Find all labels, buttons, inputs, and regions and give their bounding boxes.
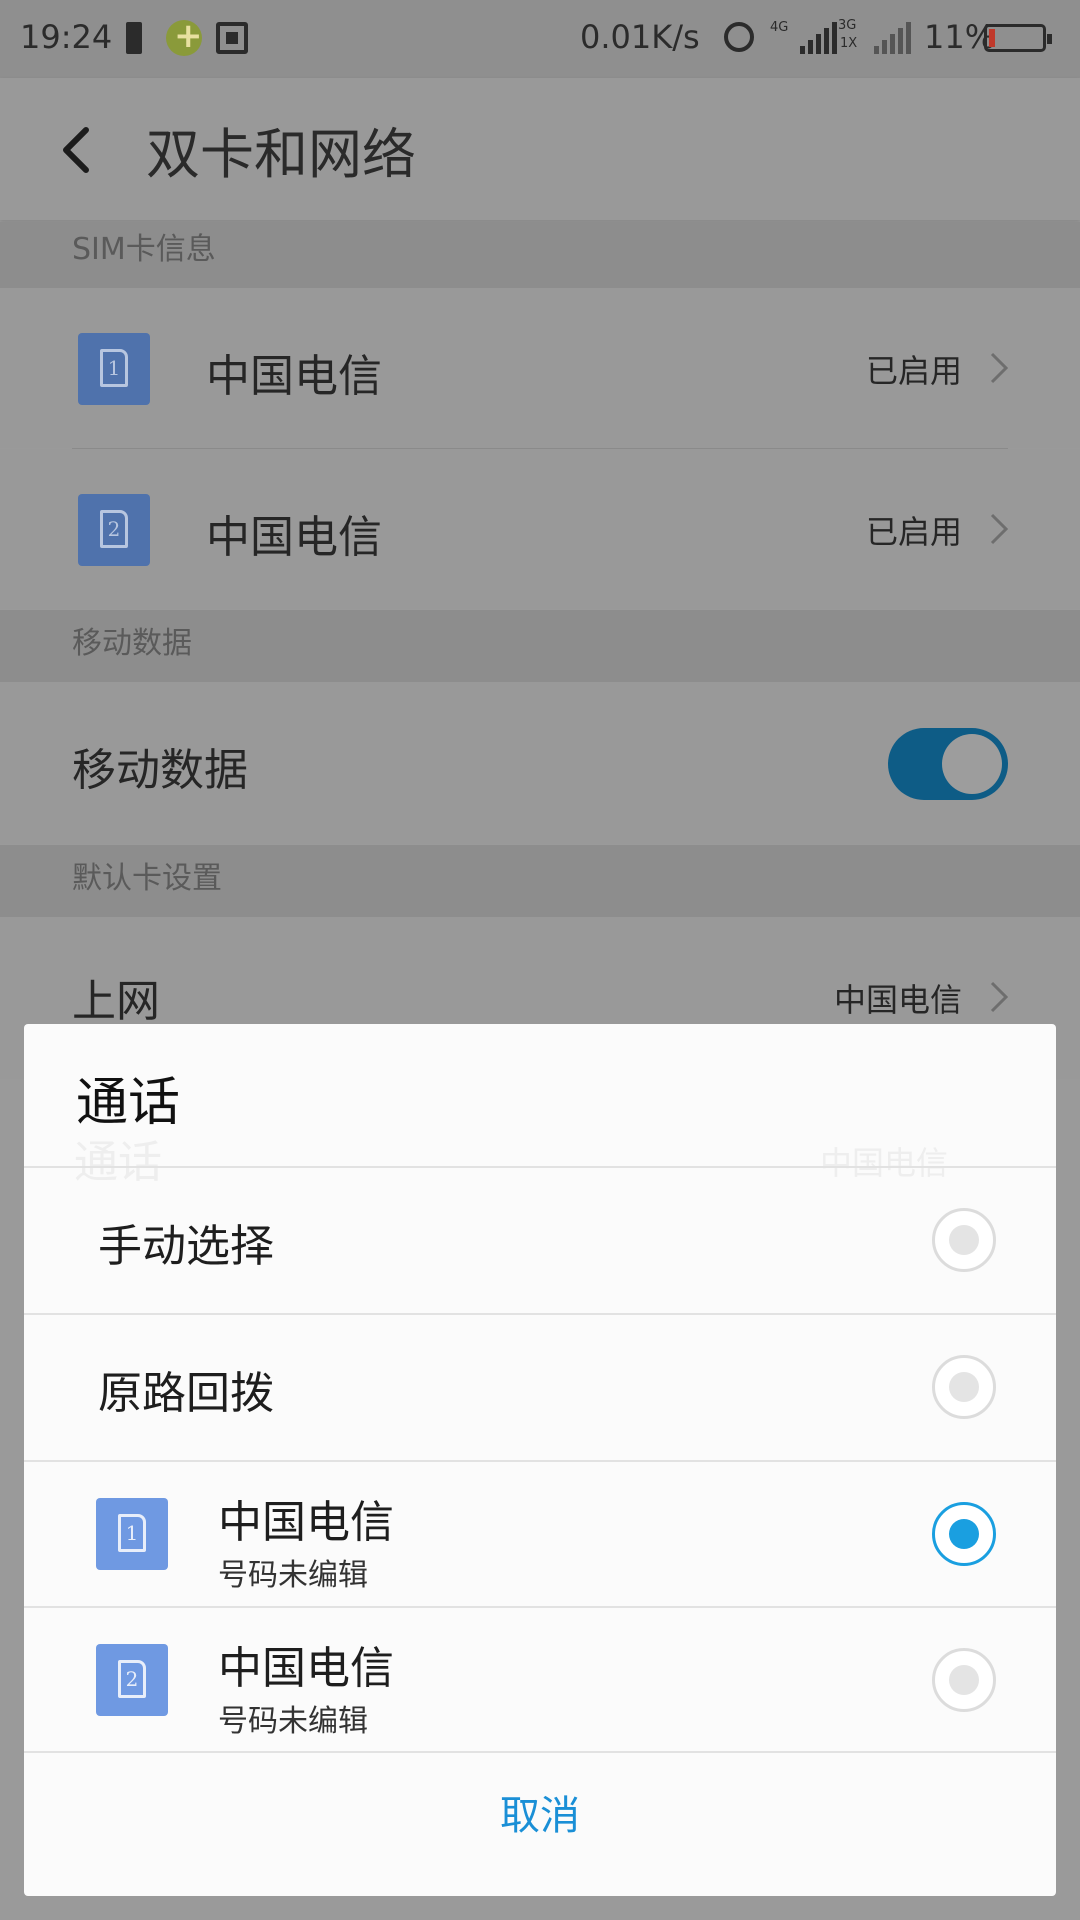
internet-value: 中国电信 (833, 981, 962, 1019)
chevron-right-icon (990, 513, 1009, 545)
section-default-card: 默认卡设置 (0, 845, 1080, 917)
section-sim-info: SIM卡信息 (0, 222, 1080, 288)
signal-icon (800, 22, 837, 54)
sim-2-icon: 2 (96, 1644, 168, 1716)
mobile-data-label: 移动数据 (72, 745, 248, 796)
radio-button[interactable] (932, 1648, 996, 1712)
sim-card-name: 中国电信 (206, 512, 382, 563)
net-type-4g: 4G (770, 20, 789, 35)
signal-icon (874, 22, 911, 54)
status-time: 19:24 (20, 18, 113, 56)
net-speed: 0.01K/s (580, 18, 700, 56)
app-notification-icon (166, 16, 203, 56)
sim-number: 号码未编辑 (218, 1704, 368, 1739)
sim-card-status: 已启用 (865, 352, 962, 390)
status-bar: 19:24 0.01K/s 4G 3G 1X 11% (0, 0, 1080, 78)
radio-button-selected[interactable] (932, 1502, 996, 1566)
section-mobile-data: 移动数据 (0, 610, 1080, 682)
radio-button[interactable] (932, 1208, 996, 1272)
chevron-right-icon (990, 981, 1009, 1013)
dialog-title: 通话 (76, 1073, 181, 1133)
battery-level (989, 29, 995, 47)
option-callback-original[interactable]: 原路回拨 (24, 1315, 1056, 1460)
option-label: 原路回拨 (98, 1368, 274, 1419)
call-sim-dialog: 通话 通话 中国电信 手动选择 原路回拨 1 中国电信 号码未编辑 2 中国电信… (24, 1024, 1056, 1896)
sim-card-row-1[interactable]: 1 中国电信 已启用 (0, 288, 1080, 448)
chevron-left-icon[interactable] (56, 124, 100, 176)
cancel-button[interactable]: 取消 (24, 1751, 1056, 1896)
radio-button[interactable] (932, 1355, 996, 1419)
net-type-3g: 3G (838, 18, 857, 33)
screenshot-icon (216, 22, 248, 54)
sim-name: 中国电信 (218, 1643, 394, 1694)
sim-number: 号码未编辑 (218, 1558, 368, 1593)
sim-card-row-2[interactable]: 2 中国电信 已启用 (0, 449, 1080, 609)
option-sim-1[interactable]: 1 中国电信 号码未编辑 (24, 1462, 1056, 1607)
toggle-knob (942, 734, 1002, 794)
chevron-right-icon (990, 352, 1009, 384)
sim-card-status: 已启用 (865, 513, 962, 551)
option-manual-select[interactable]: 手动选择 (24, 1168, 1056, 1313)
battery-saver-icon (126, 22, 142, 54)
mobile-data-toggle[interactable] (888, 728, 1008, 800)
sim-1-icon: 1 (78, 333, 150, 405)
app-header: 双卡和网络 (0, 78, 1080, 220)
battery-icon (984, 24, 1052, 52)
sim-1-icon: 1 (96, 1498, 168, 1570)
page-title: 双卡和网络 (146, 123, 416, 186)
net-type-1x: 1X (840, 36, 858, 51)
option-sim-2[interactable]: 2 中国电信 号码未编辑 (24, 1608, 1056, 1753)
sim-card-name: 中国电信 (206, 351, 382, 402)
internet-label: 上网 (72, 976, 160, 1027)
sim-name: 中国电信 (218, 1497, 394, 1548)
option-label: 手动选择 (98, 1221, 274, 1272)
sim-2-icon: 2 (78, 494, 150, 566)
screen: 19:24 0.01K/s 4G 3G 1X 11% 双卡和网络 SIM卡信息 … (0, 0, 1080, 1920)
alarm-icon (724, 22, 754, 52)
